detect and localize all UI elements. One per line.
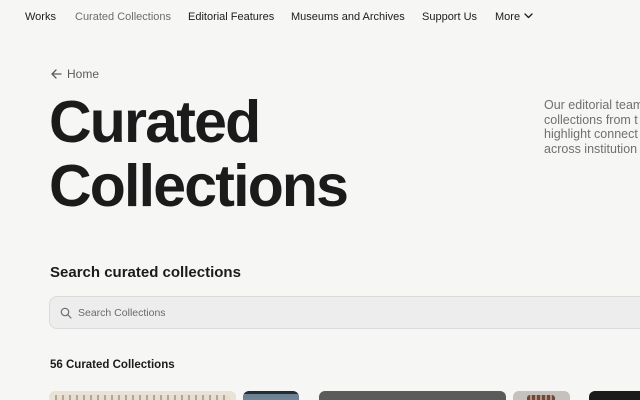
nav-item-works[interactable]: Works [25, 10, 56, 24]
nav-item-support-us[interactable]: Support Us [422, 10, 477, 24]
top-navigation: Works Curated Collections Editorial Feat… [0, 0, 640, 34]
search-input[interactable] [78, 303, 638, 323]
nav-item-museums-and-archives[interactable]: Museums and Archives [291, 10, 405, 24]
back-link-label: Home [67, 67, 100, 81]
intro-line: Our editorial team [544, 98, 640, 112]
nav-item-curated-collections[interactable]: Curated Collections [75, 10, 171, 24]
search-field[interactable] [49, 296, 640, 329]
collection-card-thumbnail[interactable] [49, 391, 236, 400]
intro-line: collections from t [544, 112, 638, 127]
collection-card-thumbnail[interactable] [243, 391, 299, 400]
nav-item-more[interactable]: More [495, 10, 520, 24]
search-heading: Search curated collections [50, 264, 241, 281]
intro-line: highlight connect [544, 127, 638, 141]
collections-count: 56 Curated Collections [50, 359, 175, 371]
page: Works Curated Collections Editorial Feat… [0, 0, 640, 400]
page-title-line-2: Collections [49, 153, 349, 219]
collection-card-thumbnail[interactable] [513, 391, 570, 400]
collection-card-thumbnail[interactable] [319, 391, 506, 400]
intro-line: across institution [544, 141, 638, 156]
search-icon [60, 307, 72, 319]
arrow-left-icon [51, 69, 62, 79]
chevron-down-icon[interactable] [524, 13, 533, 19]
collection-card-thumbnail[interactable] [589, 391, 640, 400]
intro-text: Our editorial team collections from t hi… [544, 98, 640, 156]
page-title-line-1: Curated [49, 89, 261, 155]
nav-item-editorial-features[interactable]: Editorial Features [188, 10, 274, 24]
